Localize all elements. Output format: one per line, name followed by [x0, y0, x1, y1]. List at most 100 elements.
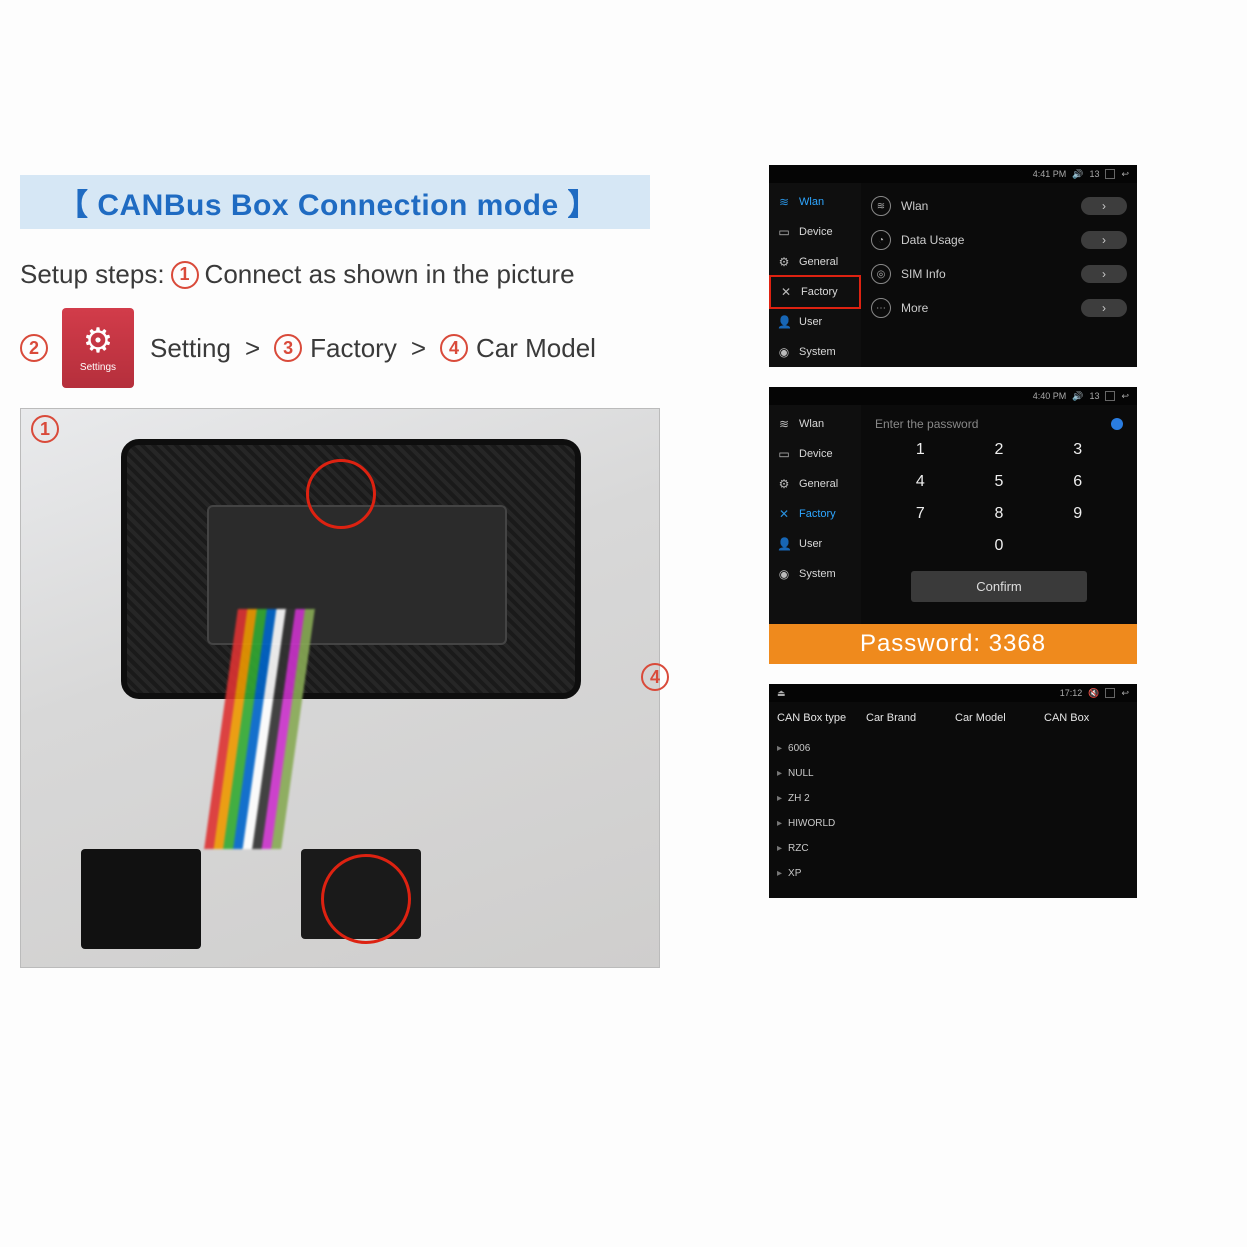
status-bar: 4:41 PM 🔊 13 ↩ — [769, 165, 1137, 183]
callout-circle-2 — [321, 854, 411, 944]
sidebar-item-label: Device — [799, 448, 833, 460]
canbox-tabs: CAN Box typeCar BrandCar ModelCAN Box — [769, 702, 1137, 732]
wlan-icon: ≋ — [777, 417, 791, 431]
tab-can-box[interactable]: CAN Box — [1042, 708, 1131, 728]
data-usage-icon: ◔ — [871, 230, 891, 250]
sidebar-item-user[interactable]: 👤User — [769, 307, 861, 337]
list-item[interactable]: ▸XP — [775, 861, 1131, 886]
settings-sidebar: ≋ Wlan ▭ Device ⚙ General ✕ Factory 👤User◉System — [769, 405, 861, 624]
sidebar-item-user[interactable]: 👤User — [769, 529, 861, 559]
device-icon: ▭ — [777, 447, 791, 461]
settings-row-more[interactable]: ⋯ More › — [871, 291, 1127, 325]
keypad-5[interactable]: 5 — [980, 473, 1019, 491]
chevron-right-icon[interactable]: › — [1081, 231, 1127, 249]
keypad-1[interactable]: 1 — [901, 441, 940, 459]
step-marker-3: 3 — [274, 334, 302, 362]
numeric-keypad: 1 2 3 4 5 6 7 8 9 0 — [871, 441, 1127, 565]
sidebar-item-label: Factory — [799, 508, 836, 520]
factory-icon: ✕ — [777, 507, 791, 521]
chevron-right-icon: ▸ — [777, 768, 782, 779]
list-item-label: RZC — [788, 843, 809, 854]
sidebar-item-wlan[interactable]: ≋Wlan — [769, 187, 861, 217]
sidebar-item-label: General — [799, 478, 838, 490]
status-badge: 13 — [1089, 169, 1099, 179]
list-item[interactable]: ▸NULL — [775, 761, 1131, 786]
sidebar-item-device[interactable]: ▭ Device — [769, 439, 861, 469]
status-bar: ⏏ 17:12 🔇 ↩ — [769, 684, 1137, 702]
step4-text: Car Model — [476, 333, 596, 364]
list-item-label: ZH 2 — [788, 793, 810, 804]
screenshot-settings-menu: 4:41 PM 🔊 13 ↩ ≋Wlan ▭ Device ⚙General✕Fact… — [769, 165, 1137, 367]
keypad-9[interactable]: 9 — [1058, 505, 1097, 523]
general-icon: ⚙ — [777, 477, 791, 491]
confirm-button[interactable]: Confirm — [911, 571, 1087, 602]
keypad-2[interactable]: 2 — [980, 441, 1019, 459]
chevron-right-icon: ▸ — [777, 793, 782, 804]
more-icon: ⋯ — [871, 298, 891, 318]
settings-row-wlan[interactable]: ≋Wlan› — [871, 189, 1127, 223]
tab-car-brand[interactable]: Car Brand — [864, 708, 953, 728]
sidebar-item-label: Device — [799, 226, 833, 238]
list-item[interactable]: ▸HIWORLD — [775, 811, 1131, 836]
keypad-6[interactable]: 6 — [1058, 473, 1097, 491]
list-item[interactable]: ▸ ZH 2 — [775, 786, 1131, 811]
row-label: More — [901, 301, 928, 315]
home-icon[interactable]: ⏏ — [777, 688, 786, 699]
step1-text: Connect as shown in the picture — [205, 259, 575, 290]
settings-row-data-usage[interactable]: ◔Data Usage› — [871, 223, 1127, 257]
settings-row-sim-info[interactable]: ◎SIM Info› — [871, 257, 1127, 291]
step-marker-4-screenshot: 4 — [641, 663, 669, 691]
sidebar-item-wlan[interactable]: ≋ Wlan — [769, 409, 861, 439]
status-bar: 4:40 PM 🔊 13 ↩ — [769, 387, 1137, 405]
back-icon[interactable]: ↩ — [1121, 391, 1129, 402]
settings-sidebar: ≋Wlan ▭ Device ⚙General✕Factory👤User◉System — [769, 183, 861, 367]
keypad-8[interactable]: 8 — [980, 505, 1019, 523]
chevron-right-icon[interactable]: › — [1081, 265, 1127, 283]
sidebar-item-general[interactable]: ⚙General — [769, 247, 861, 277]
keypad-7[interactable]: 7 — [901, 505, 940, 523]
password-banner: Password: 3368 — [769, 624, 1137, 664]
recent-icon[interactable] — [1105, 391, 1115, 401]
sidebar-item-factory[interactable]: ✕Factory — [769, 275, 861, 309]
list-item[interactable]: ▸RZC — [775, 836, 1131, 861]
volume-icon: 🔇 — [1088, 688, 1099, 699]
title-bar: 【 CANBus Box Connection mode 】 — [20, 175, 650, 229]
chevron-right-icon: ▸ — [777, 743, 782, 754]
chevron-right-icon[interactable]: › — [1081, 299, 1127, 317]
sidebar-item-device[interactable]: ▭ Device — [769, 217, 861, 247]
status-time: 4:40 PM — [1033, 391, 1067, 401]
backspace-icon[interactable] — [1111, 418, 1123, 430]
photo-step-marker: 1 — [31, 415, 59, 443]
back-icon[interactable]: ↩ — [1121, 688, 1129, 699]
tab-can-box-type[interactable]: CAN Box type — [775, 708, 864, 728]
step3-text: Factory — [310, 333, 397, 364]
setup-steps-line2: 2 ⚙ Settings Setting > 3 Factory > 4 Car… — [20, 308, 670, 388]
step-marker-4: 4 — [440, 334, 468, 362]
sidebar-item-system[interactable]: ◉System — [769, 337, 861, 367]
keypad-4[interactable]: 4 — [901, 473, 940, 491]
volume-icon: 🔊 — [1072, 169, 1083, 180]
sidebar-item-general[interactable]: ⚙ General — [769, 469, 861, 499]
sidebar-item-label: Wlan — [799, 418, 824, 430]
sim-info-icon: ◎ — [871, 264, 891, 284]
factory-icon: ✕ — [779, 285, 793, 299]
device-icon: ▭ — [777, 225, 791, 239]
back-icon[interactable]: ↩ — [1121, 169, 1129, 180]
sidebar-item-system[interactable]: ◉System — [769, 559, 861, 589]
wiring-harness-illustration — [204, 609, 398, 849]
sidebar-item-factory[interactable]: ✕ Factory — [769, 499, 861, 529]
keypad-3[interactable]: 3 — [1058, 441, 1097, 459]
tab-car-model[interactable]: Car Model — [953, 708, 1042, 728]
recent-icon[interactable] — [1105, 688, 1115, 698]
chevron-right-icon: ▸ — [777, 868, 782, 879]
step2-text: Setting — [150, 333, 231, 364]
callout-circle-1 — [306, 459, 376, 529]
gear-icon: ⚙ — [83, 324, 113, 358]
keypad-0[interactable]: 0 — [980, 537, 1019, 555]
list-item[interactable]: ▸ 6006 — [775, 736, 1131, 761]
list-item-label: 6006 — [788, 743, 810, 754]
recent-icon[interactable] — [1105, 169, 1115, 179]
sidebar-item-label: Wlan — [799, 196, 824, 208]
connection-photo: 1 — [20, 408, 660, 968]
chevron-right-icon[interactable]: › — [1081, 197, 1127, 215]
